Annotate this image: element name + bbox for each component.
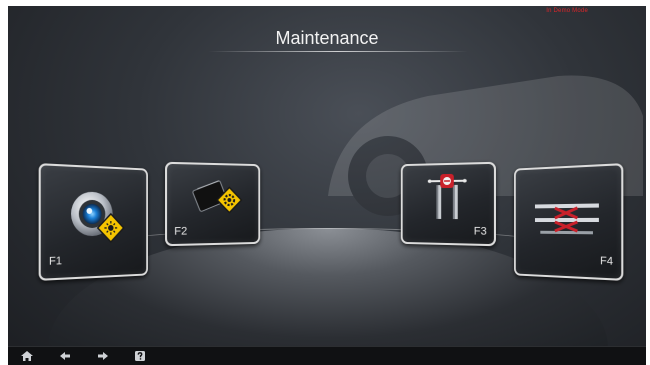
- scissor-lift-icon: [534, 197, 599, 238]
- forward-arrow-icon[interactable]: [96, 349, 110, 363]
- help-icon[interactable]: [133, 349, 147, 363]
- camera-calibration-icon: [71, 191, 129, 246]
- tile-f4-label: F4: [600, 254, 614, 268]
- tile-f2-target-settings[interactable]: F2: [165, 161, 261, 247]
- target-settings-icon: [189, 177, 245, 222]
- title-underline: [208, 51, 468, 52]
- back-arrow-icon[interactable]: [58, 349, 72, 363]
- home-icon[interactable]: [20, 349, 34, 363]
- maintenance-screen: In Demo Mode Maintenance F1 F2 F3 F4: [8, 6, 646, 365]
- page-title: Maintenance: [275, 28, 379, 48]
- tile-f1-camera-calibration[interactable]: F1: [38, 163, 148, 281]
- tile-f4-scissor-lift[interactable]: F4: [514, 163, 624, 281]
- demo-mode-label: In Demo Mode: [546, 8, 588, 14]
- tile-f2-label: F2: [174, 225, 188, 238]
- tile-f3-label: F3: [473, 225, 487, 238]
- lift-post-icon: [423, 173, 472, 220]
- tile-f1-label: F1: [48, 254, 62, 268]
- tile-f3-lift-post[interactable]: F3: [400, 161, 496, 247]
- bottom-nav-bar: [8, 346, 646, 365]
